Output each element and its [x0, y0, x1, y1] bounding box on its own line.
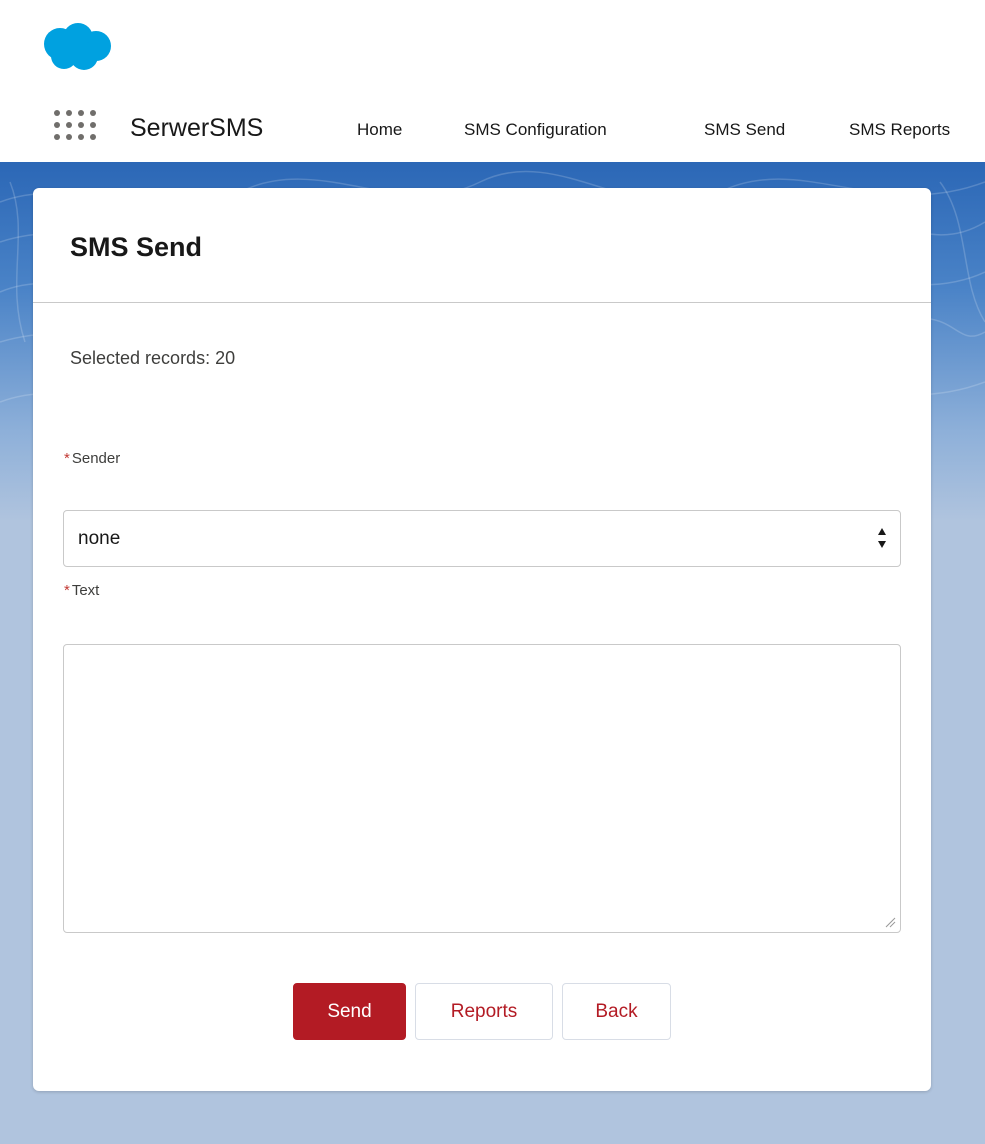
back-button[interactable]: Back: [562, 983, 671, 1040]
nav-item-sms-reports[interactable]: SMS Reports: [849, 120, 950, 140]
app-launcher-grid-icon[interactable]: [52, 110, 96, 152]
global-header: SerwerSMS Home SMS Configuration SMS Sen…: [0, 0, 985, 162]
nav-item-home[interactable]: Home: [357, 120, 402, 140]
sender-label-text: Sender: [71, 450, 121, 467]
nav-item-sms-send[interactable]: SMS Send: [704, 120, 785, 140]
message-textarea[interactable]: [63, 644, 901, 933]
sender-select-value: none: [78, 528, 121, 549]
up-down-arrows-icon: [878, 528, 886, 548]
text-label-text: Text: [71, 582, 100, 599]
send-button[interactable]: Send: [293, 983, 406, 1040]
sender-select[interactable]: none: [63, 510, 901, 567]
card-header: SMS Send: [33, 188, 931, 303]
required-marker: *: [64, 450, 70, 467]
page-title: SMS Send: [70, 232, 203, 262]
cloud-logo-icon: [44, 23, 111, 70]
text-label: * Text: [64, 582, 99, 599]
reports-button[interactable]: Reports: [415, 983, 553, 1040]
required-marker: *: [64, 582, 70, 599]
sms-send-card: SMS Send Selected records: 20 * Sender no…: [33, 188, 931, 1091]
nav-item-sms-configuration[interactable]: SMS Configuration: [464, 120, 607, 140]
sender-label: * Sender: [64, 450, 120, 467]
selected-records-text: Selected records: 20: [70, 348, 236, 368]
app-name: SerwerSMS: [130, 114, 264, 142]
resize-handle-icon[interactable]: [884, 916, 896, 928]
